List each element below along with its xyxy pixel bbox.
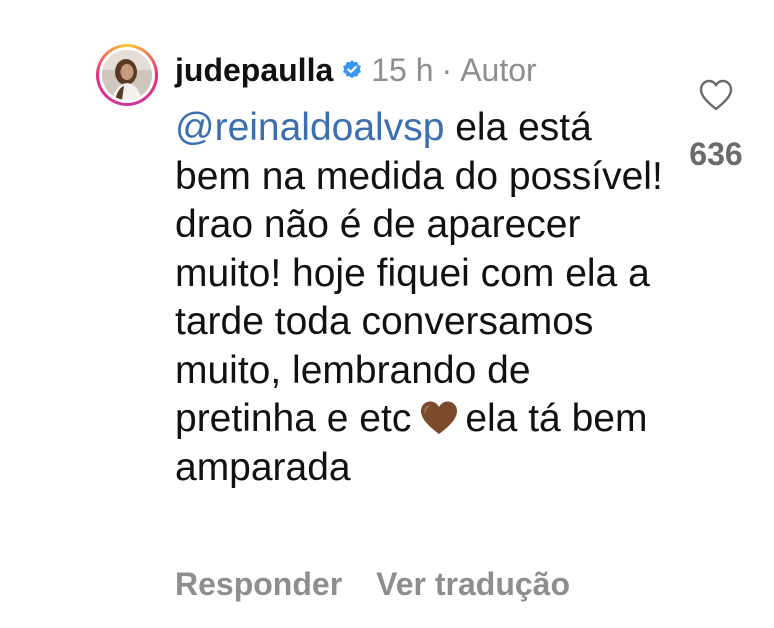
header-separator: · xyxy=(441,52,453,88)
comment: judepaulla 15 h · Autor @reinaldoalvsp e… xyxy=(0,0,774,628)
translate-button[interactable]: Ver tradução xyxy=(376,566,570,603)
heart-like-icon[interactable] xyxy=(698,78,734,112)
brown-heart-emoji-icon xyxy=(421,401,458,434)
comment-text: @reinaldoalvsp ela está bem na medida do… xyxy=(175,104,675,492)
mention-link[interactable]: @reinaldoalvsp xyxy=(175,106,444,149)
like-column: 636 xyxy=(676,78,756,173)
comment-header: judepaulla 15 h · Autor xyxy=(175,50,537,90)
comment-timestamp: 15 h xyxy=(371,52,434,88)
verified-badge-icon xyxy=(343,60,362,79)
avatar-story-ring[interactable] xyxy=(96,44,158,106)
reply-button[interactable]: Responder xyxy=(175,566,342,603)
author-label: Autor xyxy=(460,52,537,88)
avatar-photo xyxy=(102,50,152,100)
like-count: 636 xyxy=(689,136,743,172)
avatar[interactable] xyxy=(102,50,152,100)
username-link[interactable]: judepaulla xyxy=(175,50,333,90)
comment-actions: Responder Ver tradução xyxy=(175,566,570,603)
comment-text-part1: ela está bem na medida do possível! drao… xyxy=(175,106,663,440)
